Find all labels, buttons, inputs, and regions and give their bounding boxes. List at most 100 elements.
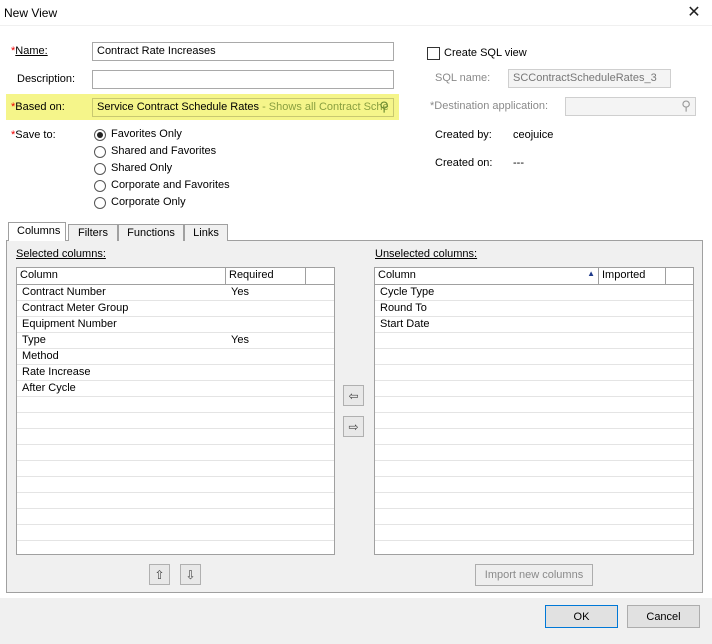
table-row[interactable]: Method — [17, 349, 334, 365]
cell-required: Yes — [231, 334, 249, 346]
table-row[interactable]: Cycle Type — [375, 285, 693, 301]
selected-columns-grid[interactable]: Column Required Contract Number Yes Contr… — [16, 267, 335, 555]
empty-row — [375, 445, 693, 461]
table-row[interactable]: Equipment Number — [17, 317, 334, 333]
table-row[interactable]: Rate Increase — [17, 365, 334, 381]
empty-row — [375, 381, 693, 397]
empty-row — [17, 461, 334, 477]
close-icon[interactable]: ✕ — [684, 3, 704, 23]
empty-row — [17, 413, 334, 429]
cell-required — [226, 381, 306, 396]
tab-columns[interactable]: Columns — [8, 222, 66, 241]
empty-row — [17, 509, 334, 525]
tab-filters[interactable]: Filters — [68, 224, 118, 241]
cell-required: Yes — [231, 286, 249, 298]
cell-required — [226, 365, 306, 380]
radio-label: Favorites Only — [111, 128, 182, 140]
save-to-radio-group: Favorites Only Shared and Favorites Shar… — [93, 128, 313, 218]
empty-row — [375, 525, 693, 541]
move-left-button[interactable]: ⇦ — [343, 385, 364, 406]
selected-grid-header: Column Required — [17, 268, 334, 285]
table-row[interactable]: Round To — [375, 301, 693, 317]
empty-row — [375, 509, 693, 525]
search-icon[interactable]: ⚲ — [678, 98, 694, 114]
move-right-button[interactable]: ⇨ — [343, 416, 364, 437]
cell-column: Start Date — [380, 318, 430, 330]
tab-functions[interactable]: Functions — [118, 224, 184, 241]
sql-name-input[interactable]: SCContractScheduleRates_3 — [508, 69, 671, 88]
arrow-left-icon: ⇦ — [348, 388, 359, 403]
empty-row — [375, 413, 693, 429]
radio-label: Corporate Only — [111, 196, 186, 208]
radio-shared-only[interactable] — [94, 163, 106, 175]
arrow-up-icon: ⇧ — [154, 567, 165, 582]
description-label: Description: — [17, 73, 76, 85]
create-sql-view-label: Create SQL view — [444, 47, 527, 59]
header-column[interactable]: Column — [17, 268, 226, 284]
based-on-label-text: Based on: — [15, 101, 65, 113]
unselected-grid-header: Column ▲ Imported — [375, 268, 693, 285]
cell-imported — [599, 317, 666, 332]
table-row[interactable]: Contract Number Yes — [17, 285, 334, 301]
sql-name-label: SQL name: — [435, 72, 491, 84]
created-by-label: Created by: — [435, 129, 492, 141]
empty-row — [375, 349, 693, 365]
move-up-button[interactable]: ⇧ — [149, 564, 170, 585]
empty-row — [375, 461, 693, 477]
cell-column: Equipment Number — [22, 318, 117, 330]
table-row[interactable]: Type Yes — [17, 333, 334, 349]
based-on-value: Service Contract Schedule Rates — [97, 101, 260, 113]
cell-column: Cycle Type — [380, 286, 435, 298]
based-on-label: *Based on: — [11, 101, 65, 113]
destination-application-input[interactable] — [565, 97, 696, 116]
unselected-columns-grid[interactable]: Column ▲ Imported Cycle Type Round To St… — [374, 267, 694, 555]
save-to-label-text: Save to: — [15, 129, 56, 141]
table-row[interactable]: Contract Meter Group — [17, 301, 334, 317]
empty-row — [17, 397, 334, 413]
radio-favorites-only[interactable] — [94, 129, 106, 141]
cell-column: Contract Number — [22, 286, 106, 298]
empty-row — [17, 429, 334, 445]
empty-row — [375, 493, 693, 509]
ok-button[interactable]: OK — [545, 605, 618, 628]
cancel-button[interactable]: Cancel — [627, 605, 700, 628]
radio-shared-and-favorites[interactable] — [94, 146, 106, 158]
empty-row — [375, 541, 693, 554]
window-title: New View — [4, 6, 58, 20]
cell-column: Contract Meter Group — [22, 302, 129, 314]
cell-required — [226, 317, 306, 332]
import-new-columns-button[interactable]: Import new columns — [475, 564, 593, 586]
empty-row — [17, 445, 334, 461]
header-required[interactable]: Required — [226, 268, 306, 284]
tab-links[interactable]: Links — [184, 224, 228, 241]
title-bar: New View ✕ — [0, 0, 712, 26]
cell-column: Type — [22, 334, 46, 346]
search-icon[interactable]: ⚲ — [376, 99, 392, 115]
empty-row — [17, 525, 334, 541]
move-down-button[interactable]: ⇩ — [180, 564, 201, 585]
table-row[interactable]: After Cycle — [17, 381, 334, 397]
radio-corporate-and-favorites[interactable] — [94, 180, 106, 192]
destination-application-label: *Destination application: — [430, 100, 549, 112]
description-input[interactable] — [92, 70, 394, 89]
created-on-label: Created on: — [435, 157, 493, 169]
radio-corporate-only[interactable] — [94, 197, 106, 209]
name-label: *Name: — [11, 45, 48, 57]
arrow-down-icon: ⇩ — [185, 567, 196, 582]
header-column[interactable]: Column ▲ — [375, 268, 599, 284]
empty-row — [375, 333, 693, 349]
cell-required — [226, 349, 306, 364]
created-on-value: --- — [513, 157, 524, 169]
based-on-input[interactable]: Service Contract Schedule Rates - Shows … — [92, 98, 394, 117]
cell-column: Rate Increase — [22, 366, 91, 378]
cell-column: Method — [22, 350, 59, 362]
name-label-text: Name: — [15, 45, 48, 57]
unselected-columns-label: Unselected columns: — [375, 248, 478, 260]
table-row[interactable]: Start Date — [375, 317, 693, 333]
name-input[interactable]: Contract Rate Increases — [92, 42, 394, 61]
based-on-hint: - Shows all Contract Sche — [259, 101, 389, 113]
create-sql-view-checkbox[interactable] — [427, 47, 440, 60]
cell-imported — [599, 285, 666, 300]
header-imported[interactable]: Imported — [599, 268, 666, 284]
cell-imported — [599, 301, 666, 316]
